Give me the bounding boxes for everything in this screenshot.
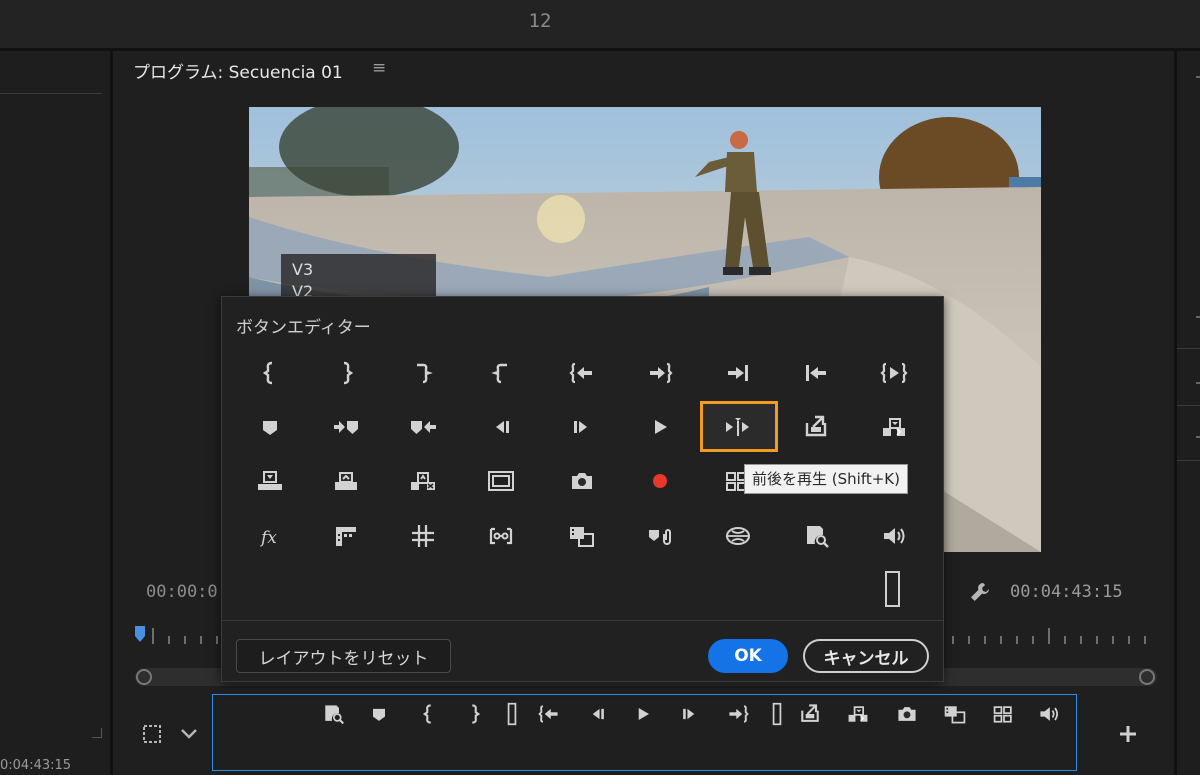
track-label-v2: V2 bbox=[292, 282, 314, 296]
transport-lift-icon[interactable] bbox=[795, 700, 825, 728]
add-marker-icon[interactable] bbox=[240, 406, 300, 448]
top-bar-number: 12 bbox=[528, 10, 552, 32]
global-fx-mute-icon[interactable] bbox=[708, 515, 768, 557]
link-icon[interactable] bbox=[630, 515, 690, 557]
transport-step-forward-icon[interactable] bbox=[675, 700, 705, 728]
mark-in-icon[interactable] bbox=[240, 352, 300, 394]
transport-step-back-icon[interactable] bbox=[582, 700, 612, 728]
playhead-timecode[interactable]: 00:00:0 bbox=[146, 582, 218, 602]
go-to-next-marker-icon[interactable] bbox=[316, 406, 376, 448]
vr-video-icon[interactable] bbox=[471, 515, 531, 557]
step-back-icon[interactable] bbox=[471, 406, 531, 448]
reset-layout-button[interactable]: レイアウトをリセット bbox=[236, 639, 451, 673]
transport-trim-monitor-icon[interactable] bbox=[940, 700, 970, 728]
right-panel-tick bbox=[1196, 382, 1200, 384]
export-frame-icon[interactable] bbox=[552, 460, 612, 502]
transport-spacer-icon[interactable] bbox=[497, 700, 527, 728]
comparison-view-icon[interactable] bbox=[316, 515, 376, 557]
proxy-icon[interactable] bbox=[393, 515, 453, 557]
lift-icon[interactable] bbox=[786, 406, 846, 448]
right-panel-tick bbox=[1196, 316, 1200, 318]
overwrite-icon[interactable] bbox=[316, 460, 376, 502]
go-to-next-edit-icon[interactable] bbox=[708, 352, 768, 394]
panel-divider bbox=[0, 48, 1200, 51]
right-panel-tick bbox=[1196, 76, 1200, 78]
transport-volume-icon[interactable] bbox=[1034, 700, 1064, 728]
play-around-icon[interactable] bbox=[708, 406, 768, 448]
scrollbar-handle-left[interactable] bbox=[136, 669, 152, 685]
dialog-title: ボタンエディター bbox=[236, 318, 371, 338]
right-panel-divider bbox=[1177, 460, 1200, 461]
clear-out-icon[interactable] bbox=[471, 352, 531, 394]
settings-icon[interactable] bbox=[140, 722, 164, 746]
mark-out-icon[interactable] bbox=[316, 352, 376, 394]
transport-mark-out-icon[interactable] bbox=[459, 700, 489, 728]
track-label-v3: V3 bbox=[292, 260, 314, 279]
go-to-previous-marker-icon[interactable] bbox=[393, 406, 453, 448]
transport-add-marker-icon[interactable] bbox=[364, 700, 394, 728]
right-panel-tick bbox=[1196, 436, 1200, 438]
resize-corner-icon[interactable] bbox=[92, 728, 102, 738]
wrench-icon[interactable] bbox=[968, 580, 992, 604]
transport-go-to-out-icon[interactable] bbox=[723, 700, 753, 728]
replace-icon[interactable] bbox=[393, 460, 453, 502]
svg-text:fx: fx bbox=[259, 528, 277, 548]
program-monitor-title: プログラム: Secuencia 01 bbox=[133, 63, 343, 83]
ok-button[interactable]: OK bbox=[708, 639, 788, 673]
spacer-icon[interactable] bbox=[885, 571, 900, 607]
transport-go-to-in-icon[interactable] bbox=[534, 700, 564, 728]
insert-icon[interactable] bbox=[240, 460, 300, 502]
transport-mark-in-icon[interactable] bbox=[414, 700, 444, 728]
extract-icon[interactable] bbox=[864, 406, 924, 448]
scrollbar-handle-right[interactable] bbox=[1139, 669, 1155, 685]
transport-show-rulers-icon[interactable] bbox=[318, 700, 348, 728]
transport-spacer-icon[interactable] bbox=[762, 700, 792, 728]
dialog-separator bbox=[222, 620, 943, 621]
add-button-icon[interactable] bbox=[1116, 722, 1140, 746]
transport-extract-icon[interactable] bbox=[843, 700, 873, 728]
right-panel-divider bbox=[1177, 348, 1200, 349]
chevron-down-icon[interactable] bbox=[180, 726, 198, 740]
left-panel bbox=[0, 51, 113, 775]
play-in-to-out-icon[interactable] bbox=[864, 352, 924, 394]
trim-monitor-icon[interactable] bbox=[552, 515, 612, 557]
go-to-in-icon[interactable] bbox=[552, 352, 612, 394]
transport-play-stop-icon[interactable] bbox=[628, 700, 658, 728]
cancel-button[interactable]: キャンセル bbox=[803, 639, 929, 673]
tooltip: 前後を再生 (Shift+K) bbox=[744, 464, 908, 494]
play-stop-icon[interactable] bbox=[630, 406, 690, 448]
go-to-previous-edit-icon[interactable] bbox=[786, 352, 846, 394]
left-panel-divider bbox=[0, 93, 102, 94]
right-panel-divider bbox=[1177, 405, 1200, 406]
right-panel bbox=[1174, 51, 1200, 775]
left-panel-timecode: 0:04:43:15 bbox=[0, 758, 72, 773]
playhead-icon bbox=[135, 626, 145, 642]
record-icon[interactable] bbox=[630, 460, 690, 502]
transport-multi-camera-icon[interactable] bbox=[989, 700, 1019, 728]
top-bar bbox=[0, 0, 1200, 48]
step-forward-icon[interactable] bbox=[552, 406, 612, 448]
safe-margins-icon[interactable] bbox=[471, 460, 531, 502]
clear-in-icon[interactable] bbox=[393, 352, 453, 394]
duration-timecode: 00:04:43:15 bbox=[1010, 582, 1123, 602]
volume-icon[interactable] bbox=[864, 515, 924, 557]
transport-export-frame-icon[interactable] bbox=[892, 700, 922, 728]
show-rulers-icon[interactable] bbox=[786, 515, 846, 557]
go-to-out-icon[interactable] bbox=[630, 352, 690, 394]
fx-icon[interactable]: fx bbox=[240, 515, 300, 557]
panel-menu-icon[interactable]: ≡ bbox=[372, 58, 386, 78]
